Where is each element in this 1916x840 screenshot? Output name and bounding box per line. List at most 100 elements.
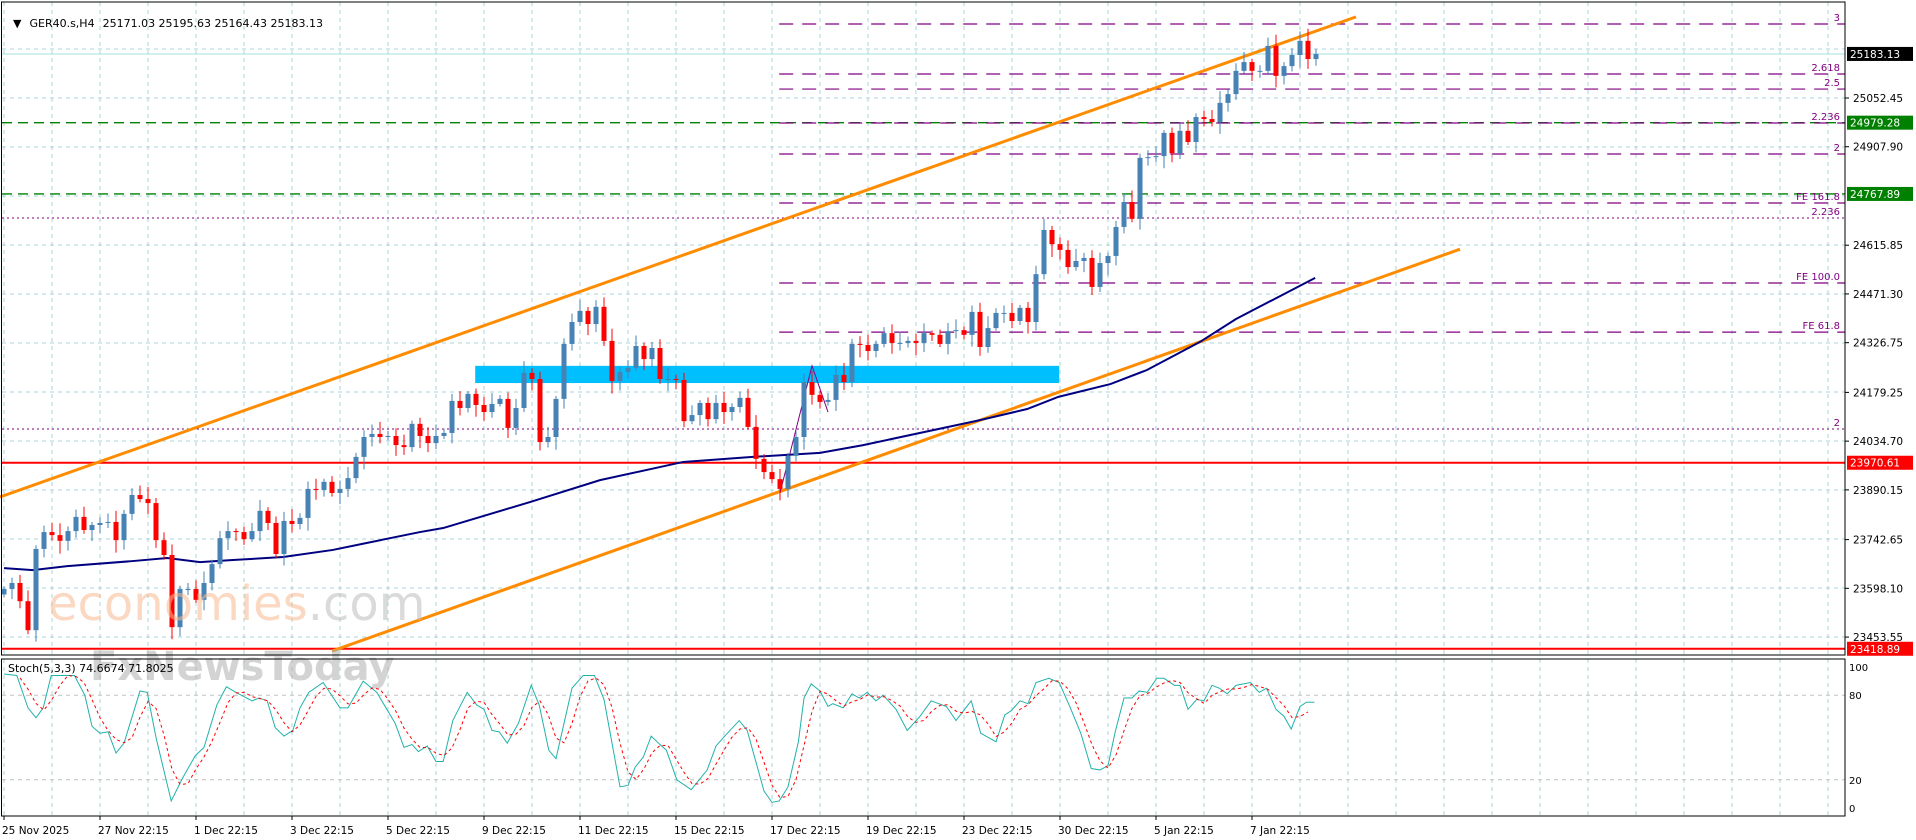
- candle: [897, 342, 903, 344]
- candle: [1009, 312, 1015, 322]
- fib-label: 3: [1834, 13, 1840, 24]
- price-tick-label: 23598.10: [1853, 583, 1903, 595]
- time-label: 25 Nov 2025: [2, 825, 69, 837]
- watermark-brand-suffix: .com: [308, 576, 426, 632]
- price-tick-label: 24034.70: [1853, 436, 1903, 448]
- candle: [521, 372, 527, 408]
- candle: [1201, 117, 1207, 120]
- fib-label: 2.236: [1811, 207, 1840, 218]
- candle: [441, 432, 447, 436]
- candle: [249, 531, 255, 540]
- candle: [1129, 201, 1135, 219]
- candle: [481, 404, 487, 413]
- candle: [545, 436, 551, 443]
- candle: [1265, 45, 1271, 71]
- fib-label: FE 100.0: [1796, 272, 1840, 283]
- price-marker-label: 23418.89: [1850, 644, 1900, 656]
- channel-lower-line[interactable]: [331, 247, 1461, 653]
- candle: [385, 435, 391, 437]
- candle: [713, 402, 719, 420]
- candle: [401, 445, 407, 448]
- candle: [665, 379, 671, 381]
- candle: [73, 516, 79, 532]
- candle: [1185, 130, 1191, 142]
- candle: [1233, 70, 1239, 95]
- price-marker-label: 24767.89: [1850, 189, 1900, 201]
- candle: [921, 333, 927, 343]
- candle: [345, 478, 351, 489]
- candle: [649, 347, 655, 360]
- candle: [681, 380, 687, 422]
- candle: [369, 433, 375, 437]
- candle: [537, 379, 543, 443]
- candle: [1121, 201, 1127, 227]
- candle: [737, 397, 743, 407]
- candle: [9, 582, 15, 590]
- price-chart[interactable]: 2.236 2 3 2.618 2.5 2.236 2 FE 161.8 FE 100.0 FE …: [0, 0, 1916, 840]
- candle: [585, 310, 591, 325]
- candle: [257, 510, 263, 532]
- candle: [361, 436, 367, 457]
- candle: [729, 406, 735, 413]
- candle: [929, 333, 935, 335]
- candle: [65, 531, 71, 541]
- price-marker-label: 24979.28: [1850, 118, 1900, 130]
- svg-text:economies.com: economies.com: [48, 576, 426, 632]
- candle: [1257, 70, 1263, 72]
- price-tick-label: 24615.85: [1853, 240, 1903, 252]
- fib-label: FE 61.8: [1802, 321, 1840, 332]
- time-label: 5 Jan 22:15: [1154, 825, 1214, 837]
- time-label: 7 Jan 22:15: [1250, 825, 1310, 837]
- candle: [1057, 244, 1063, 250]
- candle: [1065, 249, 1071, 268]
- channel-upper-line[interactable]: [0, 15, 1357, 499]
- candle: [745, 397, 751, 427]
- stoch-axis-label: 0: [1849, 804, 1855, 815]
- candle: [785, 455, 791, 489]
- grid: [2, 2, 1845, 816]
- candle: [937, 334, 943, 344]
- time-label: 3 Dec 22:15: [290, 825, 354, 837]
- candle: [121, 513, 127, 541]
- candle: [841, 374, 847, 383]
- candle: [1089, 257, 1095, 287]
- candle: [329, 481, 335, 493]
- candle: [225, 531, 231, 539]
- price-axis[interactable]: 100 80 20 0 25052.45 24907.90 24615.85 24471.30…: [1845, 46, 1913, 815]
- candle: [1289, 54, 1295, 67]
- stoch-label: Stoch(5,3,3) 74.6674 71.8025: [8, 662, 174, 675]
- candle: [881, 333, 887, 344]
- candle: [889, 333, 895, 343]
- candle: [617, 371, 623, 382]
- price-marker-label: 23970.61: [1850, 458, 1900, 470]
- candle: [721, 402, 727, 413]
- candle: [593, 306, 599, 325]
- candle: [993, 312, 999, 329]
- candle: [1273, 45, 1279, 76]
- candle: [1113, 226, 1119, 256]
- price-marker-label: 25183.13: [1850, 49, 1900, 61]
- time-label: 30 Dec 22:15: [1058, 825, 1129, 837]
- candle: [1097, 263, 1103, 287]
- time-label: 17 Dec 22:15: [770, 825, 841, 837]
- chart-header: ▼ GER40.s,H4 25171.03 25195.63 25164.43 25…: [6, 4, 331, 30]
- candle: [281, 520, 287, 554]
- candle: [1049, 229, 1055, 245]
- time-label: 1 Dec 22:15: [194, 825, 258, 837]
- candle: [673, 379, 679, 381]
- time-axis[interactable]: 25 Nov 2025 27 Nov 22:15 1 Dec 22:15 3 Dec …: [2, 816, 1310, 837]
- price-tick-label: 24907.90: [1853, 142, 1903, 154]
- candle: [25, 601, 31, 631]
- candle: [945, 331, 951, 344]
- candle: [801, 382, 807, 437]
- candle: [865, 344, 871, 352]
- triangle-down-icon[interactable]: ▼: [13, 17, 21, 30]
- candle: [153, 503, 159, 541]
- candle: [1241, 62, 1247, 71]
- candle: [89, 524, 95, 531]
- candle: [953, 330, 959, 332]
- candle: [1001, 312, 1007, 314]
- candle: [697, 402, 703, 416]
- candle: [1073, 260, 1079, 268]
- candle: [977, 311, 983, 347]
